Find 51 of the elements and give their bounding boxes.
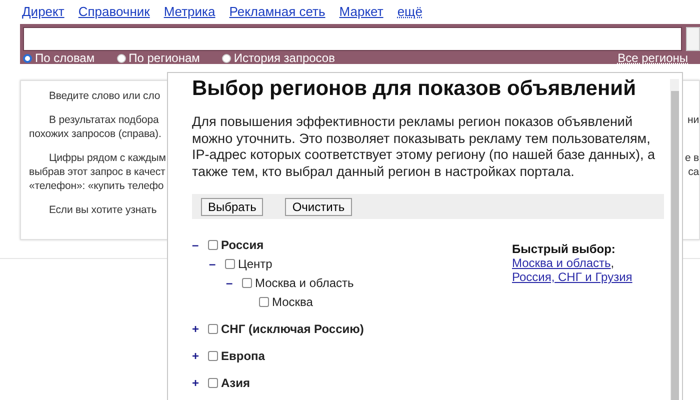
help-text: похожих запросов (справа). xyxy=(29,127,162,141)
help-text: «телефон»: «купить телефо xyxy=(29,179,164,193)
checkbox[interactable] xyxy=(225,258,235,268)
expand-toggle[interactable]: + xyxy=(192,322,208,336)
checkbox[interactable] xyxy=(242,278,252,288)
select-button[interactable]: Выбрать xyxy=(201,198,264,216)
scrollbar[interactable] xyxy=(670,79,679,400)
separator: , xyxy=(610,256,614,270)
help-text: Цифры рядом с каждым xyxy=(48,151,166,165)
help-text: Если вы хотите узнать xyxy=(48,203,157,217)
checkbox[interactable] xyxy=(208,324,218,334)
expand-toggle[interactable]: + xyxy=(192,348,208,362)
collapse-toggle[interactable]: – xyxy=(192,238,208,252)
region-label: Россия xyxy=(221,238,264,252)
all-regions-link[interactable]: Все регионы xyxy=(618,51,688,65)
region-label: Европа xyxy=(221,348,265,362)
help-text: Введите слово или сло xyxy=(48,89,160,103)
region-label: СНГ (исключая Россию) xyxy=(221,322,364,336)
expand-toggle[interactable]: + xyxy=(192,376,208,390)
radio-label: По регионам xyxy=(128,51,200,65)
dialog-title: Выбор регионов для показов объявлений xyxy=(192,77,637,101)
checkbox[interactable] xyxy=(208,240,218,250)
clear-button[interactable]: Очистить xyxy=(285,198,352,216)
region-label: Москва xyxy=(272,294,313,308)
dialog-description: Для повышения эффективности рекламы регион показов объявлений можно уточнить. Это позволяет показывать рекламу тем пользователям, IP-адрес которых соответствует этому региону (по нашей базе данных), а также тем, кто выбрал данный регион в настройках портала. xyxy=(192,114,656,180)
checkbox[interactable] xyxy=(259,296,269,306)
help-text: В результатах подбора xyxy=(48,113,159,127)
checkbox[interactable] xyxy=(208,378,218,388)
nav-link[interactable]: Рекламная сеть xyxy=(229,4,326,18)
nav-link[interactable]: Метрика xyxy=(164,4,216,18)
help-text: са xyxy=(688,165,699,179)
region-label: Центр xyxy=(238,256,272,270)
region-label: Москва и область xyxy=(255,276,354,290)
region-label: Азия xyxy=(221,376,250,390)
help-text: е в xyxy=(684,151,699,165)
collapse-toggle[interactable]: – xyxy=(209,256,225,270)
radio-label: По словам xyxy=(35,51,95,65)
help-text: ни xyxy=(688,113,699,127)
quick-select-link[interactable]: Москва и область xyxy=(512,256,611,270)
nav-link[interactable]: Справочник xyxy=(78,4,150,18)
nav-link[interactable]: Директ xyxy=(22,4,64,18)
radio-label: История запросов xyxy=(234,51,335,65)
checkbox[interactable] xyxy=(208,350,218,360)
quick-select-link[interactable]: Россия, СНГ и Грузия xyxy=(512,270,632,284)
help-text: выбрав этот запрос в качест xyxy=(29,165,166,179)
search-field[interactable] xyxy=(23,27,682,51)
nav-link[interactable]: ещё xyxy=(397,4,422,18)
collapse-toggle[interactable]: – xyxy=(226,276,242,290)
radio-button[interactable] xyxy=(23,54,32,62)
nav-link[interactable]: Маркет xyxy=(339,4,384,18)
quick-select-title: Быстрый выбор: xyxy=(512,242,616,256)
